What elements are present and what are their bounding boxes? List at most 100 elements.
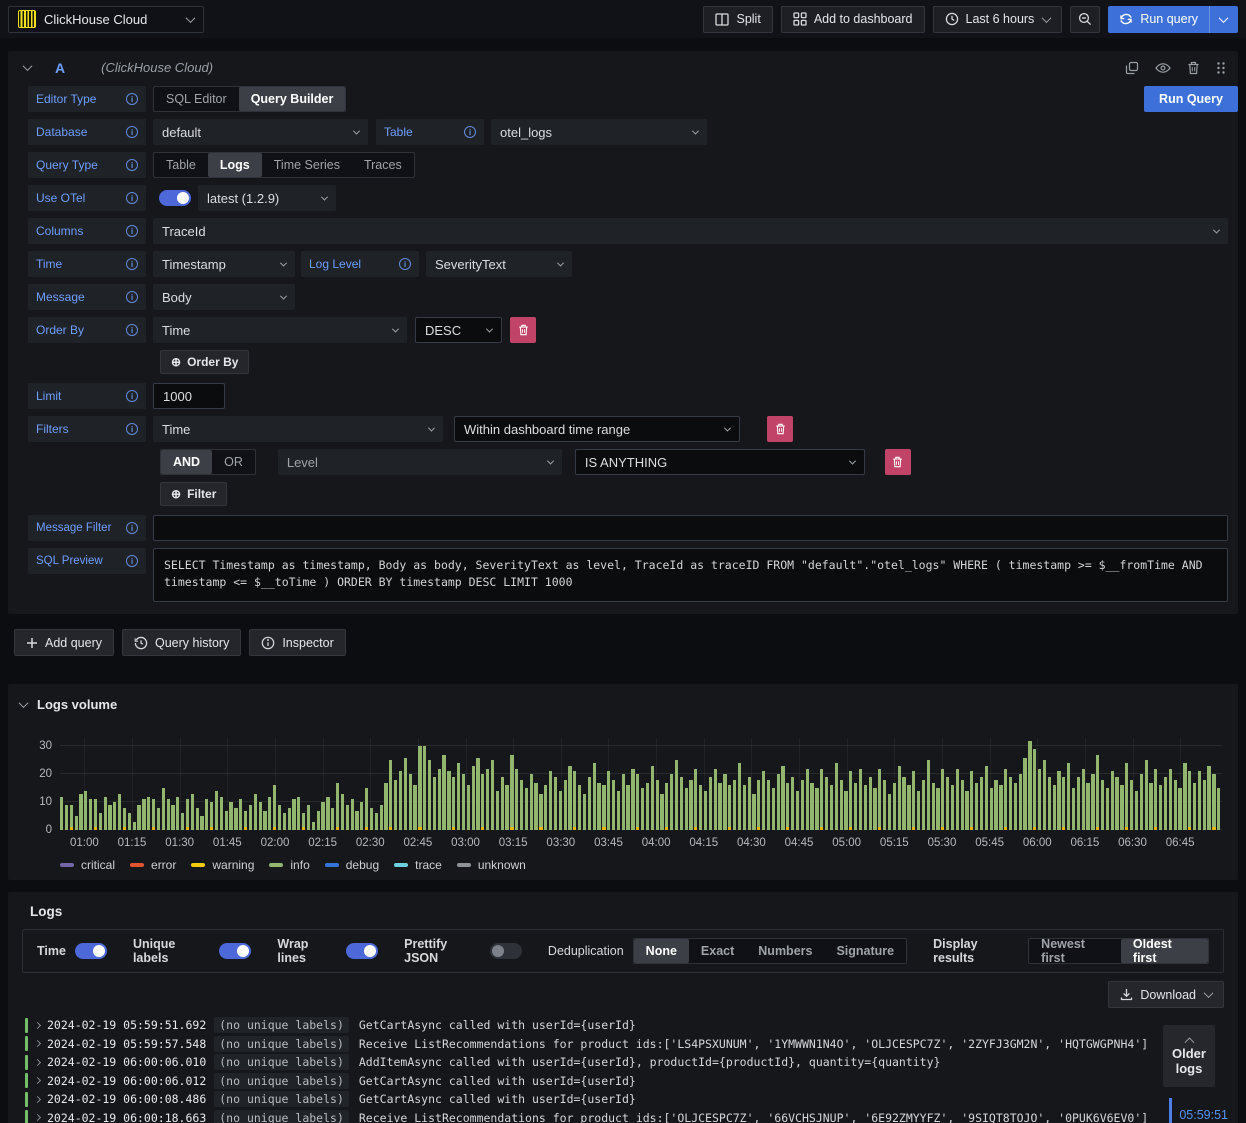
legend-item-unknown[interactable]: unknown: [456, 858, 526, 872]
use-otel-toggle[interactable]: [159, 190, 191, 206]
expand-log-chevron-icon[interactable]: [33, 1077, 42, 1085]
datasource-picker[interactable]: ClickHouse Cloud: [8, 5, 204, 33]
option-logs[interactable]: Logs: [207, 153, 262, 177]
option-dedup-signature[interactable]: Signature: [824, 939, 906, 963]
database-row: Database i default Table i otel_logs: [28, 119, 1228, 145]
older-logs-button[interactable]: Older logs: [1163, 1025, 1215, 1087]
duplicate-query-icon[interactable]: [1125, 61, 1139, 75]
logs-volume-header[interactable]: Logs volume: [18, 694, 1226, 714]
volume-bar: [311, 738, 315, 830]
filter-field-select[interactable]: Time: [153, 416, 443, 442]
message-column-select[interactable]: Body: [153, 284, 295, 310]
run-query-inner-button[interactable]: Run Query: [1144, 86, 1238, 112]
scroll-position-bar[interactable]: [1169, 1098, 1173, 1123]
info-icon[interactable]: i: [126, 522, 138, 534]
info-icon[interactable]: i: [126, 93, 138, 105]
volume-bar: [490, 738, 495, 830]
query-history-button[interactable]: Query history: [121, 629, 242, 656]
info-icon[interactable]: i: [126, 126, 138, 138]
message-filter-input[interactable]: [153, 515, 1228, 541]
expand-log-chevron-icon[interactable]: [33, 1114, 42, 1122]
info-icon[interactable]: i: [126, 258, 138, 270]
log-row[interactable]: 2024-02-19 06:00:08.486 (no unique labels…: [25, 1090, 1232, 1109]
log-row[interactable]: 2024-02-19 05:59:51.692 (no unique labels…: [25, 1016, 1232, 1035]
filter2-field-select[interactable]: Level: [277, 449, 562, 475]
unique-labels-toggle[interactable]: [219, 943, 252, 959]
log-row[interactable]: 2024-02-19 06:00:06.010 (no unique labels…: [25, 1053, 1232, 1072]
time-range-picker[interactable]: Last 6 hours: [932, 5, 1063, 33]
remove-filter2-button[interactable]: [884, 449, 911, 475]
add-order-by-button[interactable]: ⊕ Order By: [160, 350, 250, 374]
legend-item-info[interactable]: info: [269, 858, 310, 872]
volume-bar: [437, 738, 441, 830]
add-filter-button[interactable]: ⊕ Filter: [160, 482, 228, 506]
database-select[interactable]: default: [153, 119, 368, 145]
option-table[interactable]: Table: [154, 153, 208, 177]
legend-item-error[interactable]: error: [130, 858, 176, 872]
split-button[interactable]: Split: [703, 5, 773, 33]
run-query-button[interactable]: Run query: [1108, 5, 1238, 33]
add-query-button[interactable]: Add query: [14, 629, 114, 656]
order-direction-select[interactable]: DESC: [415, 317, 502, 343]
expand-log-chevron-icon[interactable]: [33, 1058, 42, 1066]
option-or[interactable]: OR: [212, 450, 255, 474]
collapse-query-chevron-icon[interactable]: [22, 61, 33, 72]
log-level-select[interactable]: SeverityText: [426, 251, 572, 277]
add-filter-row: ⊕ Filter: [160, 482, 1228, 506]
volume-bar: [781, 738, 785, 830]
info-icon[interactable]: i: [126, 324, 138, 336]
legend-item-critical[interactable]: critical: [60, 858, 115, 872]
y-axis-label: 30: [39, 740, 52, 753]
remove-order-by-button[interactable]: [510, 317, 536, 343]
otel-version-select[interactable]: latest (1.2.9): [198, 185, 336, 211]
expand-log-chevron-icon[interactable]: [33, 1095, 42, 1103]
info-icon[interactable]: i: [126, 555, 138, 567]
expand-log-chevron-icon[interactable]: [33, 1040, 42, 1048]
inspector-button[interactable]: Inspector: [249, 629, 346, 656]
info-icon[interactable]: i: [399, 258, 411, 270]
order-by-select[interactable]: Time: [153, 317, 407, 343]
info-icon[interactable]: i: [126, 225, 138, 237]
log-row[interactable]: 2024-02-19 06:00:18.663 (no unique labels…: [25, 1109, 1232, 1123]
expand-log-chevron-icon[interactable]: [33, 1021, 42, 1029]
option-traces[interactable]: Traces: [352, 153, 414, 177]
legend-item-debug[interactable]: debug: [324, 858, 379, 872]
option-sql-editor[interactable]: SQL Editor: [154, 87, 239, 111]
legend-item-trace[interactable]: trace: [394, 858, 442, 872]
limit-input[interactable]: 1000: [153, 383, 225, 409]
log-row[interactable]: 2024-02-19 06:00:06.012 (no unique labels…: [25, 1072, 1232, 1091]
query-ref-id[interactable]: A: [55, 60, 65, 76]
volume-bar: [655, 738, 659, 830]
filter2-operator-select[interactable]: IS ANYTHING: [574, 449, 865, 475]
legend-item-warning[interactable]: warning: [191, 858, 254, 872]
columns-multiselect[interactable]: TraceId: [153, 218, 1228, 244]
drag-handle-icon[interactable]: [1216, 61, 1226, 75]
option-dedup-none[interactable]: None: [633, 939, 689, 963]
time-column-select[interactable]: Timestamp: [153, 251, 295, 277]
option-dedup-numbers[interactable]: Numbers: [746, 939, 824, 963]
remove-filter-button[interactable]: [767, 416, 793, 442]
option-query-builder[interactable]: Query Builder: [238, 87, 346, 111]
info-icon[interactable]: i: [126, 192, 138, 204]
filter-operator-select[interactable]: Within dashboard time range: [454, 416, 740, 442]
option-oldest-first[interactable]: Oldest first: [1120, 939, 1208, 963]
table-select[interactable]: otel_logs: [491, 119, 707, 145]
option-and[interactable]: AND: [161, 450, 213, 474]
add-to-dashboard-button[interactable]: Add to dashboard: [780, 5, 925, 33]
info-icon[interactable]: i: [126, 423, 138, 435]
delete-query-trash-icon[interactable]: [1187, 61, 1200, 75]
info-icon[interactable]: i: [126, 159, 138, 171]
download-button[interactable]: Download: [1108, 981, 1224, 1008]
info-icon[interactable]: i: [126, 291, 138, 303]
log-row[interactable]: 2024-02-19 05:59:57.548 (no unique labels…: [25, 1035, 1232, 1054]
option-time-series[interactable]: Time Series: [262, 153, 352, 177]
wrap-lines-toggle[interactable]: [346, 943, 379, 959]
time-toggle[interactable]: [74, 943, 107, 959]
option-newest-first[interactable]: Newest first: [1029, 939, 1121, 963]
zoom-out-button[interactable]: [1070, 5, 1101, 33]
info-icon[interactable]: i: [464, 126, 476, 138]
info-icon[interactable]: i: [126, 390, 138, 402]
prettify-json-toggle[interactable]: [489, 943, 522, 959]
hide-query-eye-icon[interactable]: [1155, 62, 1171, 74]
option-dedup-exact[interactable]: Exact: [689, 939, 746, 963]
